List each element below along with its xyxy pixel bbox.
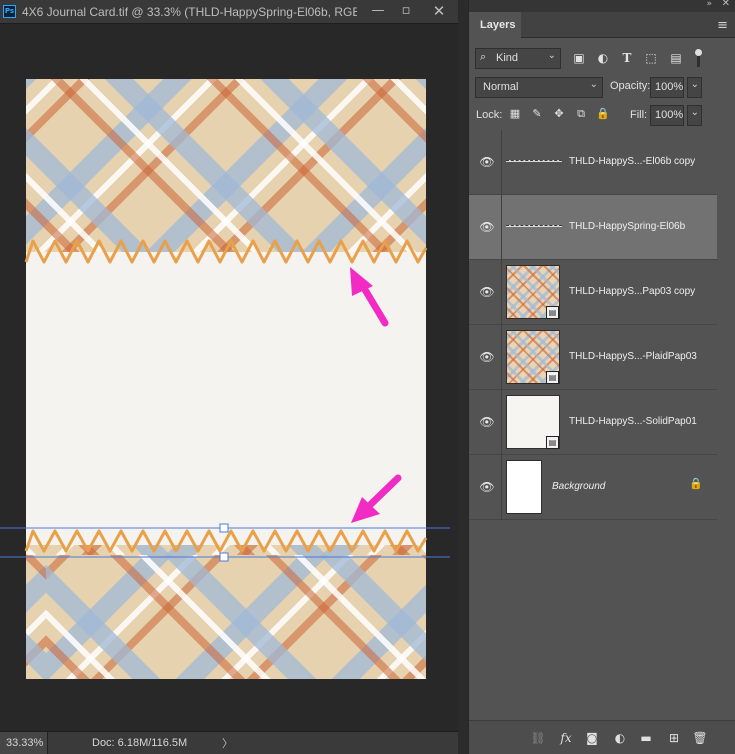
maximize-button[interactable]: ▫: [391, 0, 421, 23]
canvas-overlay: [0, 239, 450, 562]
transform-handle-bottom[interactable]: [219, 552, 229, 562]
lock-pixels-icon[interactable]: ✎: [529, 106, 545, 122]
panel-close-icon[interactable]: ✕: [722, 0, 730, 9]
new-layer-icon[interactable]: ⊞: [665, 729, 683, 747]
layers-list: 👁 THLD-HappyS...-El06b copy 👁 THLD-Happy…: [469, 130, 717, 520]
search-icon: ⌕: [480, 50, 487, 63]
status-menu-arrow-icon[interactable]: 〉: [222, 735, 233, 751]
visibility-eye-icon[interactable]: 👁: [477, 351, 497, 363]
collapse-panel-icon[interactable]: »: [706, 0, 711, 9]
fill-value: 100%: [655, 109, 684, 121]
lock-label: Lock:: [476, 109, 503, 121]
canvas-area[interactable]: [0, 24, 458, 731]
zoom-field[interactable]: 33.33%: [0, 732, 48, 754]
layer-row[interactable]: 👁 THLD-HappySpring-El06b: [469, 195, 717, 260]
filter-toggle[interactable]: [695, 49, 702, 67]
chevron-down-icon: ⌄: [690, 79, 699, 90]
blend-mode-value: Normal: [483, 81, 519, 93]
filter-kind-label: Kind: [496, 52, 519, 64]
opacity-value: 100%: [655, 81, 684, 93]
layer-name[interactable]: THLD-HappyS...-SolidPap01: [569, 416, 697, 427]
trash-icon[interactable]: 🗑: [691, 729, 709, 747]
fill-label: Fill:: [630, 109, 648, 121]
visibility-eye-icon[interactable]: 👁: [477, 286, 497, 298]
lock-transparent-icon[interactable]: ▦: [507, 106, 523, 122]
document-titlebar[interactable]: Ps 4X6 Journal Card.tif @ 33.3% (THLD-Ha…: [0, 0, 458, 24]
photoshop-logo-icon: Ps: [3, 5, 16, 18]
link-layers-icon[interactable]: ⛓: [529, 729, 547, 747]
layer-row[interactable]: 👁 THLD-HappyS...-El06b copy: [469, 130, 717, 195]
layer-row[interactable]: 👁 ▤ THLD-HappyS...Pap03 copy: [469, 260, 717, 325]
visibility-eye-icon[interactable]: 👁: [477, 416, 497, 428]
visibility-eye-icon[interactable]: 👁: [477, 156, 497, 168]
fill-dropdown[interactable]: ⌄: [687, 105, 702, 126]
blend-mode-select[interactable]: Normal ⌄: [475, 77, 603, 98]
chevron-down-icon: ⌄: [690, 107, 699, 118]
layer-name[interactable]: Background: [552, 481, 605, 492]
add-mask-icon[interactable]: ◙: [583, 729, 601, 747]
lock-artboard-icon[interactable]: ⧉: [573, 106, 589, 122]
smart-object-icon: ▤: [546, 436, 559, 449]
arrow-annotation-top: [350, 267, 389, 327]
minimize-button[interactable]: —: [363, 0, 393, 23]
layer-row[interactable]: 👁 Background 🔒: [469, 455, 717, 520]
chevron-down-icon: ⌄: [589, 79, 598, 90]
lock-position-icon[interactable]: ✥: [551, 106, 567, 122]
opacity-label: Opacity:: [610, 80, 651, 92]
smart-object-icon: ▤: [546, 306, 559, 319]
document-window: Ps 4X6 Journal Card.tif @ 33.3% (THLD-Ha…: [0, 0, 458, 754]
layer-row[interactable]: 👁 ▤ THLD-HappyS...-SolidPap01: [469, 390, 717, 455]
panel-top-strip: » ✕: [469, 0, 735, 12]
layers-panel-footer: ⛓ fx ◙ ◐ ▬ ⊞ 🗑: [469, 720, 735, 754]
opacity-dropdown[interactable]: ⌄: [687, 77, 702, 98]
layer-thumbnail: [506, 221, 562, 231]
type-filter-icon[interactable]: T: [618, 49, 636, 67]
layer-thumbnail: [506, 460, 542, 514]
close-button[interactable]: ✕: [424, 0, 454, 23]
chevron-down-icon: ⌄: [547, 50, 556, 61]
layer-name[interactable]: THLD-HappySpring-El06b: [569, 221, 685, 232]
arrow-annotation-bottom: [351, 474, 402, 523]
layer-row[interactable]: 👁 ▤ THLD-HappyS...-PlaidPap03: [469, 325, 717, 390]
new-group-icon[interactable]: ▬: [637, 729, 655, 747]
lock-all-icon[interactable]: 🔒: [595, 106, 611, 122]
panel-tab-bar: Layers ≡: [469, 12, 735, 38]
opacity-input[interactable]: 100%: [650, 77, 684, 98]
zigzag-element-top: [24, 239, 428, 264]
visibility-eye-icon[interactable]: 👁: [477, 221, 497, 233]
panel-menu-icon[interactable]: ≡: [717, 18, 728, 33]
visibility-eye-icon[interactable]: 👁: [477, 481, 497, 493]
shape-filter-icon[interactable]: ⬚: [642, 49, 660, 67]
fx-icon[interactable]: fx: [557, 729, 575, 747]
fill-input[interactable]: 100%: [650, 105, 684, 126]
smart-object-filter-icon[interactable]: ▤: [667, 49, 685, 67]
zigzag-element-bottom[interactable]: [24, 529, 428, 553]
smart-object-icon: ▤: [546, 371, 559, 384]
document-size: Doc: 6.18M/116.5M: [92, 737, 188, 749]
adjustment-layer-icon[interactable]: ◐: [611, 729, 629, 747]
layers-panel: » ✕ Layers ≡ ⌕ Kind ⌄ ▣ ◐ T ⬚ ▤ Normal ⌄…: [468, 0, 735, 754]
layer-name[interactable]: THLD-HappyS...-PlaidPap03: [569, 351, 697, 362]
transform-handle-top[interactable]: [219, 523, 229, 533]
status-bar: 33.33% Doc: 6.18M/116.5M 〉: [0, 731, 458, 754]
layer-name[interactable]: THLD-HappyS...Pap03 copy: [569, 286, 695, 297]
layer-name[interactable]: THLD-HappyS...-El06b copy: [569, 156, 695, 167]
layer-lock-icon: 🔒: [689, 477, 703, 490]
layer-thumbnail: [506, 156, 562, 166]
pixel-filter-icon[interactable]: ▣: [570, 49, 588, 67]
tab-layers[interactable]: Layers: [469, 12, 521, 38]
document-title: 4X6 Journal Card.tif @ 33.3% (THLD-Happy…: [22, 5, 357, 19]
filter-kind-select[interactable]: ⌕ Kind ⌄: [475, 48, 561, 69]
adjustment-filter-icon[interactable]: ◐: [594, 49, 612, 67]
